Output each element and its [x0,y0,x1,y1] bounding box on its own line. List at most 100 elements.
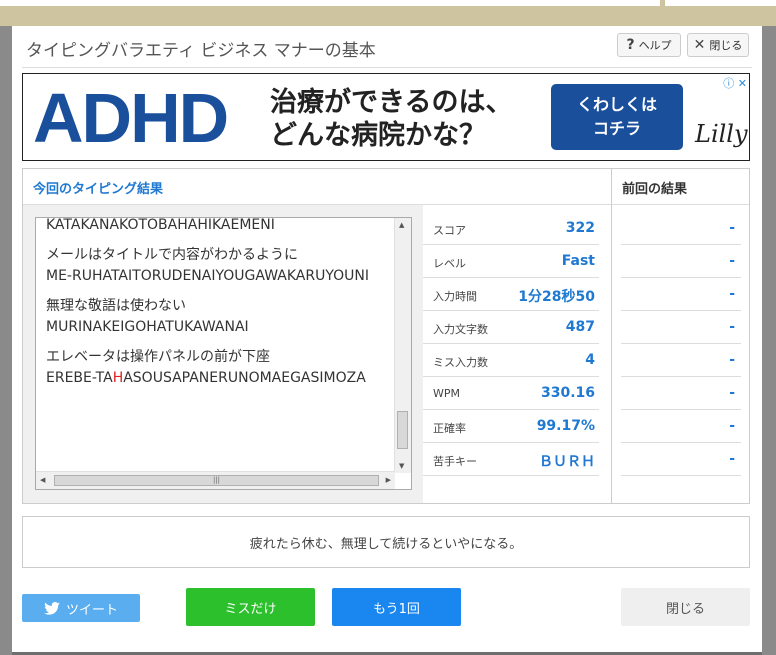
previous-row: - [621,312,741,344]
help-button[interactable]: ? ヘルプ [617,33,681,57]
vertical-scrollbar[interactable]: ▲ ▼ [394,218,411,473]
stat-row-wpm: WPM 330.16 [423,378,599,410]
stat-row-accuracy: 正確率 99.17% [423,411,599,443]
previous-row: - [621,411,741,443]
stat-label: ミス入力数 [433,356,488,369]
browser-address-area [0,0,660,6]
help-label: ヘルプ [638,39,672,52]
vertical-scroll-thumb[interactable] [397,411,408,449]
stat-value: ＢＵＲＨ [539,454,595,470]
typing-log-content: KATAKANAKOTOBAHAHIKAEMENI メールはタイトルで内容がわか… [46,217,396,398]
header-divider [22,67,752,68]
previous-row: - [621,378,741,410]
log-entry: 無理な敬語は使わない MURINAKEIGOHATUKAWANAI [46,296,396,338]
results-panel: 今回のタイピング結果 前回の結果 KATAKANAKOTOBAHAHIKAEME… [22,168,750,504]
ad-close-icon[interactable]: ✕ [738,77,747,90]
previous-value: - [729,253,735,269]
miss-only-button[interactable]: ミスだけ [186,588,315,626]
horizontal-scroll-thumb[interactable]: ||| [54,475,379,486]
header-close-label: 閉じる [709,39,743,52]
stat-row-chars: 入力文字数 487 [423,312,599,344]
close-button[interactable]: 閉じる [621,588,750,626]
current-results-header: 今回のタイピング結果 [23,169,611,205]
stat-value: 330.16 [540,385,595,401]
underlying-page-right [762,26,776,655]
stat-label: 正確率 [433,422,466,435]
info-icon[interactable]: ⓘ [723,77,734,90]
stat-row-level: レベル Fast [423,246,599,278]
question-icon: ? [626,37,635,53]
ad-banner[interactable]: ADHD 治療ができるのは、 どんな病院かな？ くわしくは コチラ Lilly … [22,73,750,161]
current-stats: スコア 322 レベル Fast 入力時間 1分28秒50 入力文字数 487 … [423,213,599,477]
previous-row: - [621,444,741,476]
modal-title: タイピングバラエティ ビジネス マナーの基本 [26,41,376,61]
header-close-button[interactable]: ✕ 閉じる [687,33,749,57]
browser-search-area [665,0,776,6]
ad-cta-button[interactable]: くわしくは コチラ [551,84,683,150]
tweet-label: ツイート [65,602,118,618]
stat-row-misses: ミス入力数 4 [423,345,599,377]
log-roman: EREBE-TAHASOUSAPANERUNOMAEGASIMOZA [46,370,366,386]
stat-value: 487 [565,319,595,335]
advice-message: 疲れたら休む、無理して続けるといやになる。 [22,516,750,568]
twitter-bird-icon [44,601,60,615]
ad-cta-line1: くわしくは [576,95,657,114]
stat-value: 99.17% [536,418,595,434]
stat-label: 入力文字数 [433,323,488,336]
log-roman-pre: EREBE-TA [46,370,113,386]
stat-label: 苦手キー [433,455,477,468]
log-entry: エレベータは操作パネルの前が下座 EREBE-TAHASOUSAPANERUNO… [46,347,396,389]
previous-value: - [729,451,735,467]
stat-value: 4 [585,352,595,368]
scroll-down-icon[interactable]: ▼ [399,462,404,470]
tweet-button[interactable]: ツイート [22,594,140,622]
previous-row: - [621,213,741,245]
stat-value: 1分28秒50 [518,289,595,305]
stat-row-weak-keys: 苦手キー ＢＵＲＨ [423,444,599,476]
log-roman: MURINAKEIGOHATUKAWANAI [46,319,249,335]
log-roman-post: ASOUSAPANERUNOMAEGASIMOZA [123,370,366,386]
previous-value: - [729,220,735,236]
horizontal-scrollbar[interactable]: ◀ ||| ▶ [36,471,395,489]
stat-value: 322 [565,220,595,236]
log-entry: メールはタイトルで内容がわかるように ME-RUHATAITORUDENAIYO… [46,245,396,287]
typing-log[interactable]: KATAKANAKOTOBAHAHIKAEMENI メールはタイトルで内容がわか… [35,217,412,490]
stat-row-time: 入力時間 1分28秒50 [423,279,599,311]
ad-info-controls[interactable]: ⓘ ✕ [723,75,747,91]
ad-cta-line2: コチラ [592,119,641,138]
previous-row: - [621,345,741,377]
previous-value: - [729,286,735,302]
previous-value: - [729,418,735,434]
stat-label: レベル [433,257,466,270]
current-results-title: 今回のタイピング結果 [33,182,164,197]
previous-value: - [729,385,735,401]
stat-label: スコア [433,224,466,237]
retry-button[interactable]: もう1回 [332,588,461,626]
ad-line2: どんな病院かな？ [270,120,486,151]
previous-stats: - - - - - - - - [621,213,741,477]
scroll-right-icon[interactable]: ▶ [386,476,391,484]
log-roman: ME-RUHATAITORUDENAIYOUGAWAKARUYOUNI [46,268,369,284]
stat-label: WPM [433,387,461,400]
previous-row: - [621,246,741,278]
ad-brand-logo: Lilly [695,120,748,148]
result-modal: タイピングバラエティ ビジネス マナーの基本 ? ヘルプ ✕ 閉じる ADHD … [12,26,762,652]
log-japanese: 無理な敬語は使わない [46,298,186,314]
ad-logo: ADHD [33,79,229,157]
scroll-left-icon[interactable]: ◀ [40,476,45,484]
ad-headline: 治療ができるのは、 どんな病院かな？ [270,86,512,152]
log-entry: KATAKANAKOTOBAHAHIKAEMENI [46,217,396,236]
scroll-up-icon[interactable]: ▲ [399,221,404,229]
log-japanese: メールはタイトルで内容がわかるように [46,247,298,263]
previous-results-header: 前回の結果 [611,169,749,205]
log-japanese: エレベータは操作パネルの前が下座 [46,349,270,365]
previous-row: - [621,279,741,311]
previous-results-title: 前回の結果 [622,182,688,197]
ad-line1: 治療ができるのは、 [270,87,513,118]
previous-value: - [729,352,735,368]
log-roman: KATAKANAKOTOBAHAHIKAEMENI [46,217,275,233]
stat-label: 入力時間 [433,290,477,303]
stat-row-score: スコア 322 [423,213,599,245]
underlying-page-left [0,26,12,655]
miss-character: H [112,370,124,386]
